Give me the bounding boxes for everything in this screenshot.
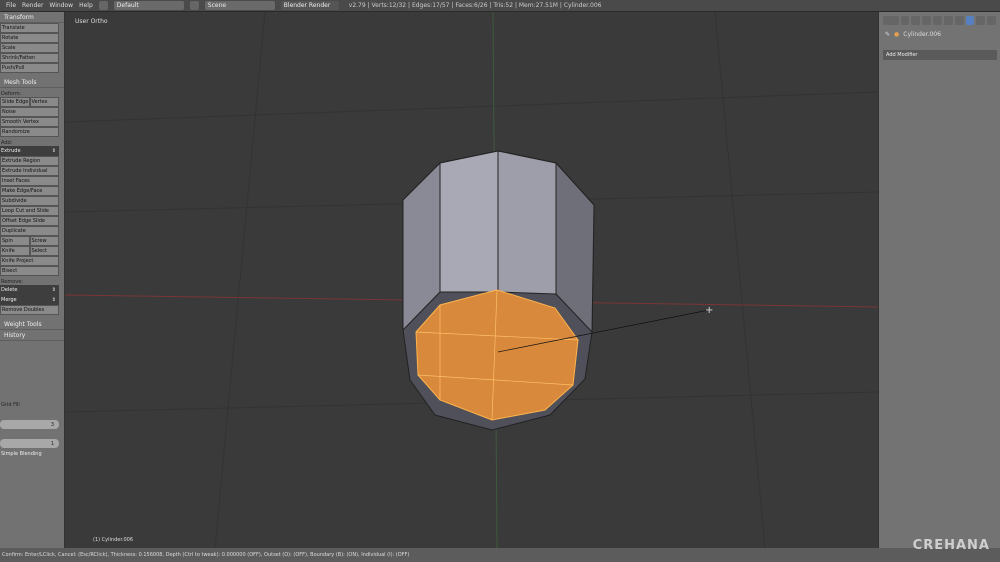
add-label: Add: — [1, 140, 13, 146]
pin-icon[interactable]: ✎ — [885, 31, 890, 38]
render-engine-select[interactable]: Blender Render — [280, 1, 339, 10]
slide-edge-button[interactable]: Slide Edge — [0, 97, 30, 107]
rotate-button[interactable]: Rotate — [0, 33, 59, 43]
weight-tools-header[interactable]: Weight Tools — [0, 319, 64, 330]
world-tab-icon[interactable] — [933, 16, 942, 25]
status-bar: Confirm: Enter/LClick, Cancel: (Esc/RCli… — [0, 548, 1000, 562]
layers-tab-icon[interactable] — [911, 16, 921, 25]
menu-help[interactable]: Help — [79, 2, 93, 9]
extrude-label: Extrude — [1, 148, 21, 154]
tool-shelf: Transform Translate Rotate Scale Shrink/… — [0, 12, 65, 548]
bisect-button[interactable]: Bisect — [0, 266, 59, 276]
spin-button[interactable]: Spin — [0, 236, 30, 246]
view-label: User Ortho — [75, 18, 108, 25]
operator-title: Grid Fill — [1, 402, 20, 408]
add-modifier-button[interactable]: Add Modifier — [883, 50, 997, 60]
menu-render[interactable]: Render — [22, 2, 43, 9]
scene-field[interactable]: Scene — [204, 1, 275, 10]
3d-cursor-icon: + — [705, 305, 713, 316]
offset-slider[interactable]: 1 — [0, 439, 59, 448]
delete-select[interactable]: Delete ⇕ — [0, 285, 59, 295]
shrink-fatten-button[interactable]: Shrink/Fatten — [0, 53, 59, 63]
screw-button[interactable]: Screw — [29, 236, 59, 246]
push-pull-button[interactable]: Push/Pull — [0, 63, 59, 73]
layout-icon[interactable] — [98, 1, 108, 10]
updown-icon: ⇕ — [51, 148, 56, 154]
render-tab-icon[interactable] — [900, 16, 910, 25]
remove-label: Remove: — [1, 279, 23, 285]
3d-viewport[interactable]: + User Ortho (1) Cylinder.006 — [65, 12, 878, 548]
remove-doubles-button[interactable]: Remove Doubles — [0, 305, 59, 315]
data-tab-icon[interactable] — [976, 16, 986, 25]
extrude-select[interactable]: Extrude ⇕ — [0, 146, 59, 156]
extrude-region-button[interactable]: Extrude Region — [0, 156, 59, 166]
merge-label: Merge — [1, 297, 17, 303]
merge-select[interactable]: Merge ⇕ — [0, 295, 59, 305]
deform-label: Deform: — [1, 91, 22, 97]
object-tab-icon[interactable] — [943, 16, 953, 25]
duplicate-button[interactable]: Duplicate — [0, 226, 59, 236]
delete-label: Delete — [1, 287, 18, 293]
simple-blending-checkbox[interactable]: Simple Blending — [0, 448, 64, 457]
menu-file[interactable]: File — [6, 2, 16, 9]
vertex-button[interactable]: Vertex — [29, 97, 59, 107]
brand-watermark: CREHANA — [912, 538, 990, 553]
updown-icon: ⇕ — [51, 297, 56, 303]
menu-window[interactable]: Window — [49, 2, 73, 9]
noise-button[interactable]: Noise — [0, 107, 59, 117]
mesh-tools-header[interactable]: Mesh Tools — [0, 77, 64, 88]
loop-cut-button[interactable]: Loop Cut and Slide — [0, 206, 59, 216]
editor-type-icon[interactable] — [883, 16, 899, 25]
modifier-wrench-icon[interactable] — [965, 16, 975, 25]
layout-field[interactable]: Default — [113, 1, 184, 10]
subdivide-button[interactable]: Subdivide — [0, 196, 59, 206]
viewport-scene: + — [65, 12, 878, 548]
scene-tab-icon[interactable] — [922, 16, 932, 25]
object-icon: ● — [894, 31, 900, 38]
scale-button[interactable]: Scale — [0, 43, 59, 53]
properties-panel: ✎ ● Cylinder.006 Add Modifier — [878, 12, 1000, 548]
knife-project-button[interactable]: Knife Project — [0, 256, 59, 266]
object-breadcrumb: ✎ ● Cylinder.006 — [879, 29, 1000, 40]
scene-info: v2.79 | Verts:12/32 | Edges:17/57 | Face… — [348, 2, 602, 9]
translate-button[interactable]: Translate — [0, 23, 59, 33]
top-header: File Render Window Help Default Scene Bl… — [0, 0, 1000, 12]
smooth-vertex-button[interactable]: Smooth Vertex — [0, 117, 59, 127]
knife-button[interactable]: Knife — [0, 246, 30, 256]
randomize-button[interactable]: Randomize — [0, 127, 59, 137]
span-slider[interactable]: 3 — [0, 420, 59, 429]
constraints-tab-icon[interactable] — [954, 16, 964, 25]
make-edge-face-button[interactable]: Make Edge/Face — [0, 186, 59, 196]
scene-icon[interactable] — [189, 1, 199, 10]
history-header[interactable]: History — [0, 330, 64, 341]
properties-tabs — [879, 12, 1000, 29]
object-name: Cylinder.006 — [903, 31, 941, 38]
cylinder-mesh — [402, 150, 710, 431]
select-button[interactable]: Select — [29, 246, 59, 256]
extrude-individual-button[interactable]: Extrude Individual — [0, 166, 59, 176]
transform-header[interactable]: Transform — [0, 12, 64, 23]
active-object-label: (1) Cylinder.006 — [93, 537, 134, 543]
inset-faces-button[interactable]: Inset Faces — [0, 176, 59, 186]
material-tab-icon[interactable] — [987, 16, 996, 25]
offset-edge-slide-button[interactable]: Offset Edge Slide — [0, 216, 59, 226]
updown-icon: ⇕ — [51, 287, 56, 293]
